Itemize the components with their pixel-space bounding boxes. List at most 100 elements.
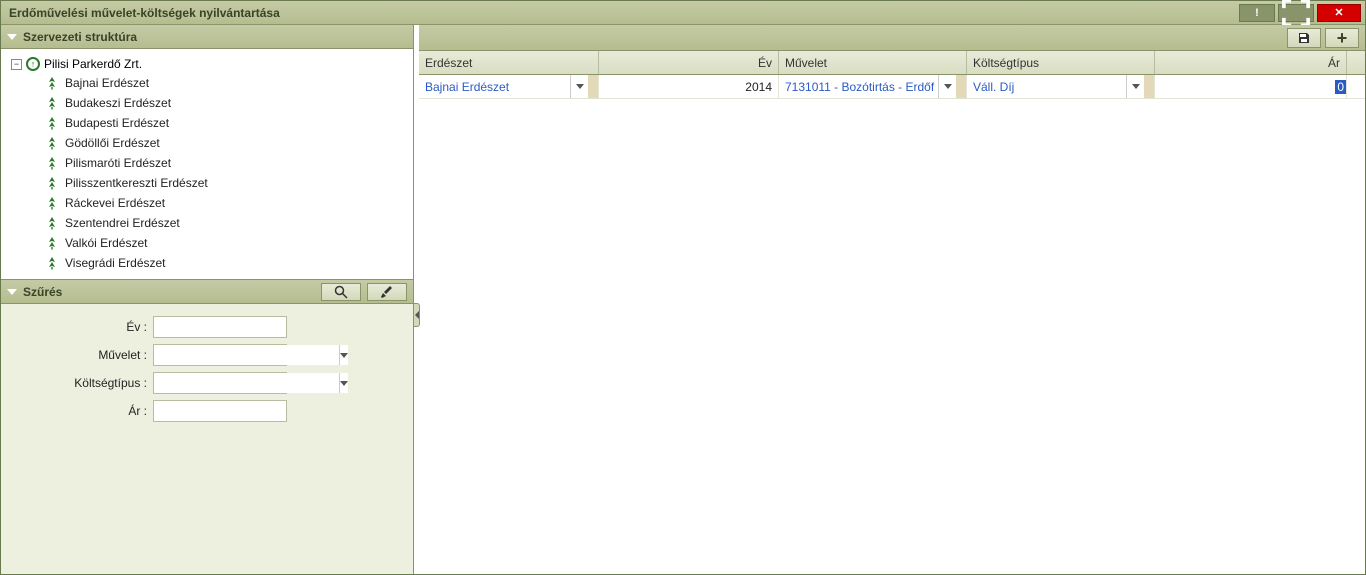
chevron-down-icon [1132,84,1140,89]
tree-item-label: Valkói Erdészet [65,236,147,250]
tree-item-label: Budapesti Erdészet [65,116,169,130]
tree-leaf-icon [45,236,59,250]
filter-combo-koltsegtipus[interactable] [153,372,287,394]
dropdown-arrow[interactable] [339,373,348,393]
filter-input-koltsegtipus[interactable] [154,373,339,393]
search-button[interactable] [321,283,361,301]
divider [588,75,598,98]
clear-button[interactable] [367,283,407,301]
tree-item[interactable]: Budakeszi Erdészet [45,93,409,113]
dropdown-arrow[interactable] [339,345,348,365]
erdeszet-combo[interactable]: Bajnai Erdészet [419,75,598,98]
save-icon [1297,31,1311,45]
tree-item[interactable]: Pilisszentkereszti Erdészet [45,173,409,193]
filter-row-ev: Év : [11,316,403,338]
tree-item[interactable]: Szentendrei Erdészet [45,213,409,233]
grid-toolbar: + [419,25,1365,51]
chevron-down-icon [7,34,17,40]
dropdown-arrow[interactable] [938,75,956,98]
maximize-button[interactable] [1278,4,1314,22]
structure-header[interactable]: Szervezeti struktúra [1,25,413,49]
cell-muvelet[interactable]: 7131011 - Bozótirtás - Erdőf [779,75,967,98]
tree-item-label: Bajnai Erdészet [65,76,149,90]
splitter-handle[interactable] [413,303,420,327]
left-panel: Szervezeti struktúra − ↑ Pilisi Parkerdő… [1,25,414,574]
arrow-up-circle-icon: ↑ [26,57,40,71]
app-window: Erdőművelési művelet-költségek nyilvánta… [0,0,1366,575]
filter-label-ar: Ár : [11,404,153,418]
cell-koltsegtipus[interactable]: Váll. Díj [967,75,1155,98]
koltsegtipus-value: Váll. Díj [967,75,1126,98]
filter-input-muvelet[interactable] [154,345,339,365]
tree-leaf-icon [45,76,59,90]
cell-ev[interactable]: 2014 [599,75,779,98]
info-button[interactable]: ! [1239,4,1275,22]
add-button[interactable]: + [1325,28,1359,48]
tree-item[interactable]: Gödöllői Erdészet [45,133,409,153]
col-header-erdeszet[interactable]: Erdészet [419,51,599,74]
save-button[interactable] [1287,28,1321,48]
splitter [414,25,419,574]
col-header-ev[interactable]: Év [599,51,779,74]
col-header-end [1347,51,1365,74]
dropdown-arrow[interactable] [570,75,588,98]
tree-leaf-icon [45,96,59,110]
tree-collapse-icon[interactable]: − [11,59,22,70]
tree-leaf-icon [45,196,59,210]
dropdown-arrow[interactable] [1126,75,1144,98]
org-tree: − ↑ Pilisi Parkerdő Zrt. Bajnai Erdészet… [1,49,413,280]
tree-item-label: Budakeszi Erdészet [65,96,171,110]
col-header-koltsegtipus[interactable]: Költségtípus [967,51,1155,74]
col-header-muvelet[interactable]: Művelet [779,51,967,74]
tree-item-label: Ráckevei Erdészet [65,196,165,210]
grid-header: Erdészet Év Művelet Költségtípus Ár [419,51,1365,75]
erdeszet-value: Bajnai Erdészet [419,75,570,98]
tree-item[interactable]: Budapesti Erdészet [45,113,409,133]
tree-item-label: Pilismaróti Erdészet [65,156,171,170]
tree-leaf-icon [45,136,59,150]
tree-item-label: Visegrádi Erdészet [65,256,166,270]
titlebar-buttons: ! ✕ [1239,4,1361,22]
titlebar: Erdőművelési művelet-költségek nyilvánta… [1,1,1365,25]
main-body: Szervezeti struktúra − ↑ Pilisi Parkerdő… [1,25,1365,574]
tree-root[interactable]: − ↑ Pilisi Parkerdő Zrt. [11,55,409,73]
cell-ar[interactable]: 0 [1155,75,1347,98]
filter-combo-muvelet[interactable] [153,344,287,366]
close-button[interactable]: ✕ [1317,4,1361,22]
chevron-down-icon [340,381,348,386]
chevron-down-icon [7,289,17,295]
tree-children: Bajnai Erdészet Budakeszi Erdészet Budap… [11,73,409,273]
grid-row[interactable]: Bajnai Erdészet 2014 7131011 - Bozótirtá… [419,75,1365,99]
col-header-ar[interactable]: Ár [1155,51,1347,74]
filter-label-koltsegtipus: Költségtípus : [11,376,153,390]
muvelet-combo[interactable]: 7131011 - Bozótirtás - Erdőf [779,75,966,98]
tree-leaf-icon [45,156,59,170]
grid-body[interactable]: Bajnai Erdészet 2014 7131011 - Bozótirtá… [419,75,1365,574]
chevron-left-icon [415,311,419,319]
chevron-down-icon [576,84,584,89]
tree-root-label: Pilisi Parkerdő Zrt. [44,57,142,71]
ev-value: 2014 [745,80,772,94]
filter-row-ar: Ár : [11,400,403,422]
exclaim-icon: ! [1255,7,1259,19]
tree-item[interactable]: Bajnai Erdészet [45,73,409,93]
tree-item[interactable]: Visegrádi Erdészet [45,253,409,273]
filter-title: Szűrés [23,285,62,299]
plus-icon: + [1337,29,1348,47]
filter-header[interactable]: Szűrés [1,280,413,304]
tree-item[interactable]: Valkói Erdészet [45,233,409,253]
tree-leaf-icon [45,256,59,270]
tree-leaf-icon [45,116,59,130]
koltsegtipus-combo[interactable]: Váll. Díj [967,75,1154,98]
ar-value[interactable]: 0 [1335,80,1346,94]
tree-item[interactable]: Ráckevei Erdészet [45,193,409,213]
cell-erdeszet[interactable]: Bajnai Erdészet [419,75,599,98]
filter-input-ar[interactable] [153,400,287,422]
filter-row-koltsegtipus: Költségtípus : [11,372,403,394]
divider [1144,75,1154,98]
filter-label-ev: Év : [11,320,153,334]
window-title: Erdőművelési művelet-költségek nyilvánta… [9,6,1239,20]
tree-item[interactable]: Pilismaróti Erdészet [45,153,409,173]
tree-item-label: Gödöllői Erdészet [65,136,160,150]
filter-input-ev[interactable] [153,316,287,338]
